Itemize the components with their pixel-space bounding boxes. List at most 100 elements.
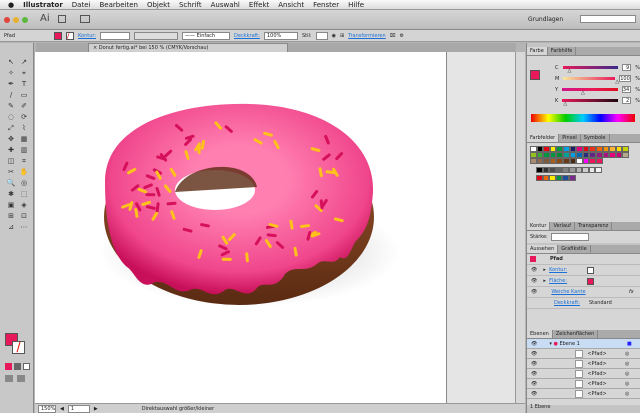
tab-kontur[interactable]: Kontur	[527, 222, 551, 230]
swatch[interactable]	[582, 158, 590, 164]
layer-item-row[interactable]: 👁 <Pfad> ◎	[527, 379, 640, 389]
visibility-eye-icon[interactable]: 👁	[531, 381, 537, 387]
channel-slider-track[interactable]: △	[563, 77, 619, 85]
minimize-window-button[interactable]	[13, 17, 19, 23]
tool-21-icon[interactable]: ✋	[18, 167, 30, 177]
swatch[interactable]	[569, 158, 577, 164]
swatch[interactable]	[549, 158, 557, 164]
tool-5-icon[interactable]: T	[18, 79, 30, 89]
swatch[interactable]	[582, 167, 589, 173]
color-spectrum[interactable]	[531, 114, 635, 122]
slider-k[interactable]: K △ 2%	[527, 95, 640, 107]
appearance-stroke-link[interactable]: Kontur:	[549, 267, 567, 273]
menu-ansicht[interactable]: Ansicht	[278, 1, 304, 9]
tool-28-icon[interactable]: ⊞	[5, 211, 17, 221]
visibility-eye-icon[interactable]: 👁	[531, 371, 537, 377]
tool-11-icon[interactable]: ⟳	[18, 112, 30, 122]
menu-hilfe[interactable]: Hilfe	[348, 1, 364, 9]
draw-mode-icon[interactable]	[5, 375, 13, 382]
tool-19-icon[interactable]: ⌗	[18, 156, 30, 166]
tab-aussehen[interactable]: Aussehen	[527, 245, 559, 253]
screen-mode-icon[interactable]	[17, 375, 25, 382]
gradient-mode-icon[interactable]	[14, 363, 21, 370]
options-icon[interactable]: ⚙	[399, 33, 403, 39]
isolate-icon[interactable]: ⌧	[390, 33, 396, 39]
channel-value-field[interactable]: 9	[621, 64, 632, 71]
variable-width-select[interactable]	[134, 31, 179, 40]
align-icon[interactable]: ⊞	[340, 33, 344, 39]
tool-12-icon[interactable]: ⤢	[5, 123, 17, 133]
arrange-documents-icon[interactable]	[80, 15, 90, 23]
tab-grafikstile[interactable]: Grafikstile	[558, 245, 591, 253]
stroke-weight-field[interactable]	[100, 31, 131, 40]
tool-6-icon[interactable]: /	[5, 90, 17, 100]
tab-farbfelder[interactable]: Farbfelder	[527, 134, 560, 142]
swatch[interactable]	[536, 158, 544, 164]
tool-3-icon[interactable]: ⌖	[18, 68, 30, 78]
color-mode-icon[interactable]	[5, 363, 12, 370]
layer-item-row[interactable]: 👁 <Pfad> ◎	[527, 389, 640, 399]
tab-symbole[interactable]: Symbole	[581, 134, 610, 142]
swatch[interactable]	[536, 175, 543, 181]
document-tab[interactable]: × Donut fertig.ai* bei 150 % (CMYK/Vorsc…	[88, 43, 288, 52]
swatch[interactable]	[609, 152, 616, 158]
tool-30-icon[interactable]: ⊿	[5, 222, 17, 232]
swatch[interactable]	[562, 167, 569, 173]
tool-22-icon[interactable]: 🔍	[5, 178, 17, 188]
fill-color-swatch[interactable]	[54, 31, 62, 40]
channel-slider-track[interactable]: △	[562, 88, 618, 96]
swatch[interactable]	[555, 167, 563, 173]
tab-pinsel[interactable]: Pinsel	[559, 134, 581, 142]
layer-row[interactable]: 👁 ▾ ● Ebene 1 ■	[527, 339, 640, 349]
opacity-field[interactable]: 100%	[263, 31, 298, 40]
tool-0-icon[interactable]: ↖	[5, 57, 17, 67]
tool-9-icon[interactable]: ✐	[18, 101, 30, 111]
zoom-field[interactable]: 150%	[38, 404, 56, 413]
channel-slider-track[interactable]: △	[562, 99, 618, 107]
appearance-fill-row[interactable]: 👁 ▸ Fläche:	[527, 276, 640, 287]
tab-farbe[interactable]: Farbe	[527, 47, 548, 55]
close-window-button[interactable]	[4, 17, 10, 23]
tool-27-icon[interactable]: ◈	[18, 200, 30, 210]
swatch[interactable]	[530, 158, 537, 164]
menu-auswahl[interactable]: Auswahl	[211, 1, 240, 9]
menu-schrift[interactable]: Schrift	[179, 1, 202, 9]
menu-objekt[interactable]: Objekt	[147, 1, 170, 9]
opacity-link[interactable]: Deckkraft:	[554, 300, 580, 306]
opacity-link[interactable]: Deckkraft:	[234, 33, 260, 39]
workspace-switcher[interactable]: Grundlagen	[528, 16, 563, 23]
layer-item-row[interactable]: 👁 <Pfad> ◎	[527, 359, 640, 369]
channel-value-field[interactable]: 2	[621, 97, 632, 104]
canvas[interactable]	[35, 52, 515, 403]
tool-14-icon[interactable]: ✥	[5, 134, 17, 144]
layer-item-row[interactable]: 👁 <Pfad> ◎	[527, 349, 640, 359]
swatch[interactable]	[576, 158, 583, 164]
swatch[interactable]	[555, 175, 563, 181]
tab-ebenen[interactable]: Ebenen	[527, 330, 553, 338]
tool-29-icon[interactable]: ⊡	[18, 211, 30, 221]
swatch[interactable]	[562, 158, 570, 164]
swatch[interactable]	[575, 167, 583, 173]
tool-31-icon[interactable]: ⋯	[18, 222, 30, 232]
slider-y[interactable]: Y △ 34%	[527, 84, 640, 96]
target-icon[interactable]: ◎	[625, 391, 629, 397]
tool-13-icon[interactable]: ⌇	[18, 123, 30, 133]
current-tool-status[interactable]: Direktauswahl größer/kleiner	[142, 406, 214, 412]
next-artboard-button[interactable]: ▶	[94, 406, 98, 412]
menu-fenster[interactable]: Fenster	[313, 1, 339, 9]
stroke-swatch[interactable]: /	[12, 341, 25, 354]
transform-link[interactable]: Transformieren	[348, 33, 386, 39]
appearance-fill-link[interactable]: Fläche:	[549, 278, 567, 284]
tool-4-icon[interactable]: ✒	[5, 79, 17, 89]
tool-23-icon[interactable]: ◎	[18, 178, 30, 188]
recolor-icon[interactable]: ◉	[332, 33, 336, 39]
channel-slider-track[interactable]: △	[562, 66, 618, 74]
channel-value-field[interactable]: 34	[621, 86, 632, 93]
search-input[interactable]	[580, 15, 636, 23]
visibility-eye-icon[interactable]: 👁	[531, 361, 537, 367]
stroke-style-select[interactable]: —— Einfach	[182, 31, 231, 40]
fill-color-box[interactable]	[530, 70, 540, 80]
tool-1-icon[interactable]: ↗	[18, 57, 30, 67]
tool-16-icon[interactable]: ✚	[5, 145, 17, 155]
zoom-window-button[interactable]	[22, 17, 28, 23]
